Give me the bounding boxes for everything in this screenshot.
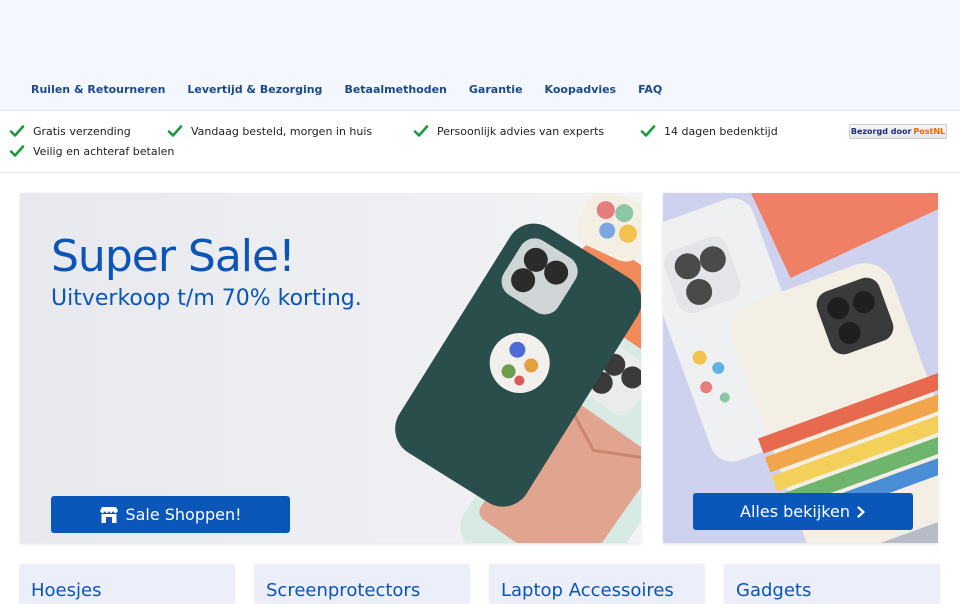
nav-link-faq[interactable]: FAQ — [638, 82, 662, 98]
postnl-brand: PostNL — [913, 127, 946, 136]
check-icon — [413, 125, 429, 137]
side-banner[interactable]: Alles bekijken — [663, 193, 938, 543]
postnl-prefix: Bezorgd door — [850, 127, 912, 136]
usp-item: Veilig en achteraf betalen — [9, 143, 174, 159]
sale-shoppen-label: Sale Shoppen! — [125, 505, 242, 524]
nav-link-levertijd-bezorging[interactable]: Levertijd & Bezorging — [187, 82, 322, 98]
usp-label: Persoonlijk advies van experts — [437, 124, 605, 138]
category-tile-screenprotectors[interactable]: Screenprotectors — [255, 564, 469, 604]
chevron-right-icon — [857, 505, 865, 518]
side-product-image — [663, 193, 938, 543]
check-icon — [9, 125, 25, 137]
usp-item: Persoonlijk advies van experts — [413, 123, 604, 139]
alles-bekijken-label: Alles bekijken — [740, 502, 850, 521]
hero-subtitle: Uitverkoop t/m 70% korting. — [51, 286, 362, 311]
category-tile-gadgets[interactable]: Gadgets — [725, 564, 939, 604]
nav-link-koopadvies[interactable]: Koopadvies — [545, 82, 617, 98]
category-label: Laptop Accessoires — [501, 580, 674, 601]
usp-label: Vandaag besteld, morgen in huis — [191, 124, 373, 138]
service-nav: Ruilen & Retourneren Levertijd & Bezorgi… — [31, 82, 684, 98]
nav-link-betaalmethoden[interactable]: Betaalmethoden — [344, 82, 446, 98]
usp-label: Gratis verzending — [33, 124, 131, 138]
hero-title: Super Sale! — [51, 231, 296, 282]
check-icon — [167, 125, 183, 137]
category-tiles: Hoesjes Screenprotectors Laptop Accessoi… — [20, 564, 940, 604]
usp-label: 14 dagen bedenktijd — [664, 124, 778, 138]
hero-banner[interactable]: Super Sale! Uitverkoop t/m 70% korting. … — [20, 193, 641, 543]
sale-shoppen-button[interactable]: Sale Shoppen! — [51, 496, 290, 533]
usp-item: 14 dagen bedenktijd — [640, 123, 778, 139]
usp-item: Vandaag besteld, morgen in huis — [167, 123, 372, 139]
nav-link-garantie[interactable]: Garantie — [469, 82, 523, 98]
category-tile-hoesjes[interactable]: Hoesjes — [20, 564, 234, 604]
check-icon — [9, 145, 25, 157]
usp-label: Veilig en achteraf betalen — [33, 144, 175, 158]
category-label: Hoesjes — [31, 580, 102, 601]
usp-item: Gratis verzending — [9, 123, 131, 139]
alles-bekijken-button[interactable]: Alles bekijken — [693, 493, 913, 530]
store-icon — [100, 506, 119, 523]
postnl-badge: Bezorgd door PostNL — [849, 124, 947, 139]
category-label: Screenprotectors — [266, 580, 421, 601]
header: Ruilen & Retourneren Levertijd & Bezorgi… — [0, 0, 960, 111]
check-icon — [640, 125, 656, 137]
usp-bar — [0, 111, 960, 173]
category-label: Gadgets — [736, 580, 812, 601]
nav-link-ruilen-retourneren[interactable]: Ruilen & Retourneren — [31, 82, 165, 98]
category-tile-laptop-accessoires[interactable]: Laptop Accessoires — [490, 564, 704, 604]
